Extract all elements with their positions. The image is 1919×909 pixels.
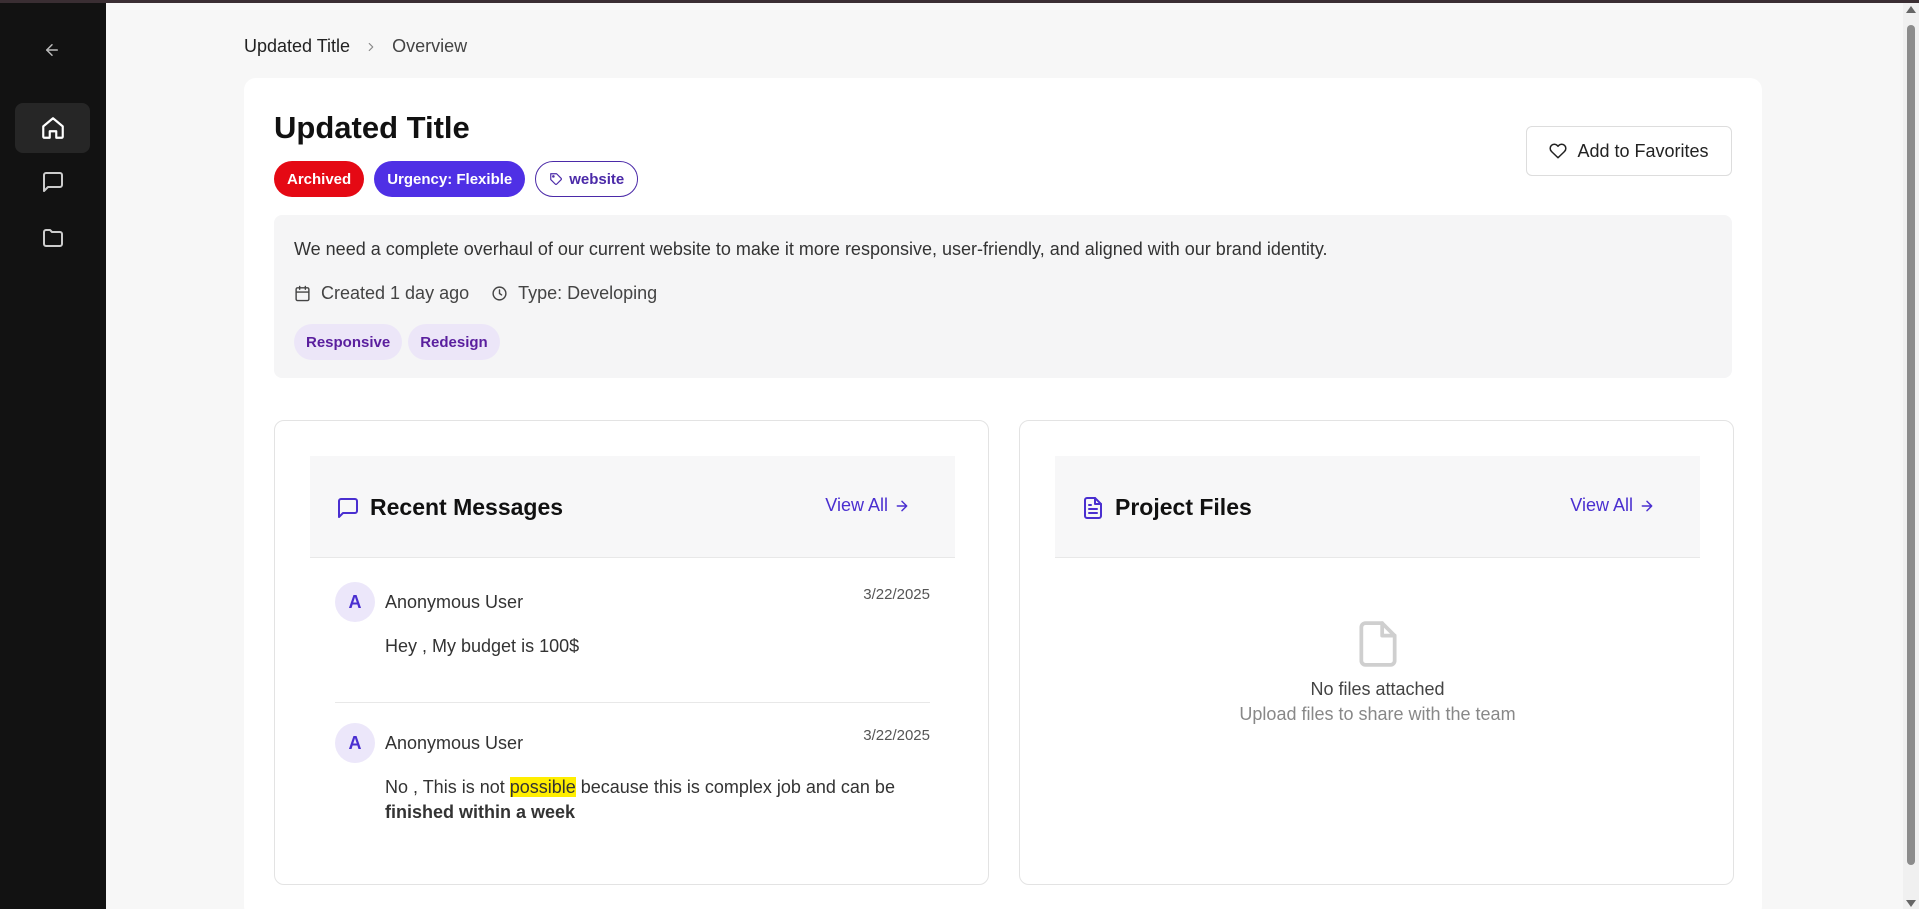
message-text: No , This is not <box>385 777 510 797</box>
project-files-panel: Project Files View All No files attached… <box>1019 420 1734 885</box>
page-title: Updated Title <box>274 110 470 145</box>
add-to-favorites-button[interactable]: Add to Favorites <box>1526 126 1732 176</box>
messages-view-all-link[interactable]: View All <box>825 495 910 516</box>
project-card: Updated Title Archived Urgency: Flexible… <box>244 78 1762 909</box>
chevron-right-icon <box>364 40 378 54</box>
empty-files-state: No files attached Upload files to share … <box>1020 619 1735 725</box>
scroll-down-arrow[interactable] <box>1906 900 1916 907</box>
home-icon <box>41 117 64 139</box>
add-to-favorites-label: Add to Favorites <box>1577 140 1709 161</box>
breadcrumb-current: Overview <box>392 36 468 56</box>
breadcrumb-project-link[interactable]: Updated Title <box>244 36 350 57</box>
skill-tags: Responsive Redesign <box>294 324 500 360</box>
skill-tag: Responsive <box>294 324 403 360</box>
message-body: Hey , My budget is 100$ <box>385 636 580 656</box>
message-item: A Anonymous User 3/22/2025 Hey , My budg… <box>335 582 930 682</box>
empty-files-subtitle: Upload files to share with the team <box>1239 704 1516 724</box>
message-icon <box>336 496 360 525</box>
project-description: We need a complete overhaul of our curre… <box>294 239 1328 259</box>
avatar: A <box>335 582 375 622</box>
status-badge: Archived <box>274 161 365 197</box>
files-view-all-link[interactable]: View All <box>1570 495 1655 516</box>
window-top-border <box>0 0 1919 3</box>
arrow-left-icon <box>46 44 58 56</box>
tag-badge: website <box>535 161 639 197</box>
main-content: Updated Title Overview Updated Title Arc… <box>106 3 1763 909</box>
view-all-label: View All <box>825 495 888 515</box>
clock-icon <box>492 286 507 301</box>
message-text: because this is complex job and can be <box>575 777 895 797</box>
sidebar-item-messages[interactable] <box>15 157 90 207</box>
message-date: 3/22/2025 <box>863 586 930 603</box>
avatar: A <box>335 723 375 763</box>
created-text: Created 1 day ago <box>321 283 470 303</box>
calendar-icon <box>295 285 310 302</box>
tag-badge-label: website <box>569 170 625 188</box>
file-text-icon <box>1081 496 1105 525</box>
sidebar <box>0 0 106 909</box>
meta-row: Created 1 day ago Type: Developing <box>294 283 679 304</box>
created-meta: Created 1 day ago <box>294 283 469 304</box>
message-body: No , This is not possible because this i… <box>385 775 930 825</box>
scrollbar-thumb[interactable] <box>1907 25 1915 865</box>
urgency-badge: Urgency: Flexible <box>374 161 526 197</box>
recent-messages-header: Recent Messages View All <box>310 456 955 558</box>
highlighted-text: possible <box>509 777 576 797</box>
project-files-header: Project Files View All <box>1055 456 1700 558</box>
back-button[interactable] <box>38 36 66 64</box>
skill-tag: Redesign <box>408 324 500 360</box>
scroll-up-arrow[interactable] <box>1906 6 1916 13</box>
vertical-scrollbar[interactable] <box>1903 0 1919 909</box>
breadcrumb: Updated Title Overview <box>244 36 467 57</box>
arrow-right-icon <box>1641 500 1653 511</box>
bold-text: finished within a week <box>385 802 576 822</box>
view-all-label: View All <box>1570 495 1633 515</box>
recent-messages-title: Recent Messages <box>370 494 564 520</box>
file-icon <box>1020 619 1735 669</box>
message-item: A Anonymous User 3/22/2025 No , This is … <box>335 723 930 843</box>
description-box: We need a complete overhaul of our curre… <box>274 215 1732 378</box>
recent-messages-panel: Recent Messages View All A Anonymous Use… <box>274 420 989 885</box>
message-date: 3/22/2025 <box>863 727 930 744</box>
sidebar-item-home[interactable] <box>15 103 90 153</box>
message-icon <box>42 172 63 192</box>
empty-files-title: No files attached <box>1310 679 1445 699</box>
message-divider <box>335 702 930 703</box>
badge-row: Archived Urgency: Flexible website <box>274 161 639 197</box>
heart-icon <box>1549 143 1568 159</box>
folder-icon <box>42 229 63 247</box>
tag-icon <box>550 173 563 185</box>
type-text: Type: Developing <box>518 283 658 303</box>
type-meta: Type: Developing <box>491 283 657 304</box>
project-files-title: Project Files <box>1115 494 1252 520</box>
message-author: Anonymous User <box>385 592 524 612</box>
message-author: Anonymous User <box>385 733 524 753</box>
sidebar-item-files[interactable] <box>15 213 90 263</box>
arrow-right-icon <box>896 500 908 511</box>
